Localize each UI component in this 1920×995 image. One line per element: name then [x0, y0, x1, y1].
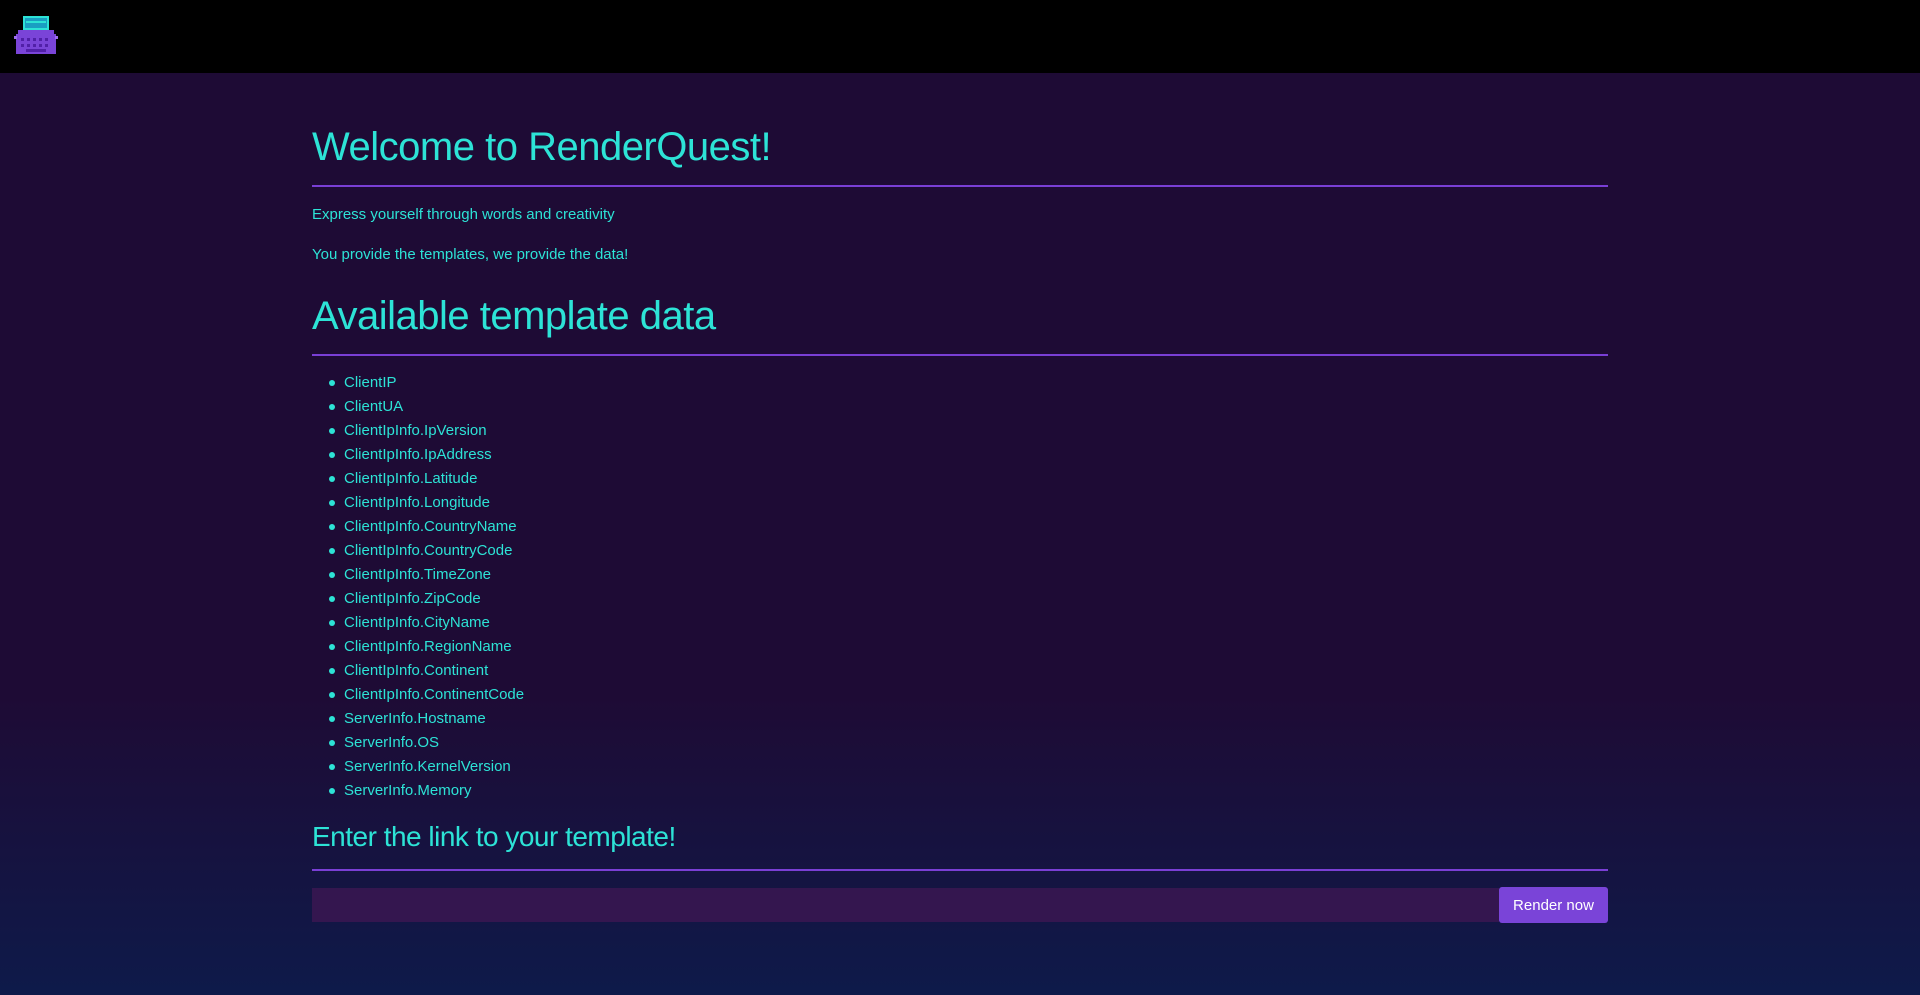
bullet-icon: [329, 788, 335, 794]
bullet-icon: [329, 524, 335, 530]
list-item: ClientIpInfo.ZipCode: [329, 587, 524, 611]
list-item: ClientIpInfo.CountryCode: [329, 539, 524, 563]
bullet-icon: [329, 380, 335, 386]
template-link-heading: Enter the link to your template!: [312, 821, 676, 852]
list-item: ClientIpInfo.Latitude: [329, 467, 524, 491]
list-item-label: ClientIpInfo.TimeZone: [344, 566, 492, 583]
list-item: ClientIpInfo.TimeZone: [329, 563, 524, 587]
bullet-icon: [329, 476, 335, 482]
bullet-icon: [329, 716, 335, 722]
list-item-label: ClientIpInfo.IpVersion: [344, 422, 487, 439]
bullet-icon: [329, 620, 335, 626]
list-item: ServerInfo.KernelVersion: [329, 755, 524, 779]
list-item: ClientIpInfo.IpAddress: [329, 443, 524, 467]
render-now-button[interactable]: Render now: [1499, 887, 1608, 923]
typewriter-icon[interactable]: [14, 16, 58, 56]
template-link-form: Render now: [312, 887, 1608, 923]
list-item-label: ClientIpInfo.ContinentCode: [344, 686, 525, 703]
list-item-label: ClientIP: [344, 374, 397, 391]
template-data-list: ClientIP ClientUA ClientIpInfo.IpVersion…: [312, 371, 524, 803]
title-divider: [312, 185, 1608, 187]
list-item-label: ServerInfo.KernelVersion: [344, 758, 511, 775]
available-data-divider: [312, 354, 1608, 356]
list-item-label: ClientIpInfo.CountryCode: [344, 542, 513, 559]
bullet-icon: [329, 404, 335, 410]
list-item: ClientIpInfo.Continent: [329, 659, 524, 683]
bullet-icon: [329, 572, 335, 578]
template-link-divider: [312, 869, 1608, 871]
page-title: Welcome to RenderQuest!: [312, 125, 772, 169]
list-item: ClientIpInfo.CountryName: [329, 515, 524, 539]
list-item-label: ClientIpInfo.CountryName: [344, 518, 517, 535]
list-item-label: ServerInfo.Hostname: [344, 710, 486, 727]
list-item-label: ClientIpInfo.Continent: [344, 662, 489, 679]
list-item: ClientIpInfo.CityName: [329, 611, 524, 635]
template-url-input[interactable]: [312, 888, 1499, 922]
list-item: ServerInfo.Hostname: [329, 707, 524, 731]
list-item-label: ClientIpInfo.Longitude: [344, 494, 490, 511]
bullet-icon: [329, 500, 335, 506]
bullet-icon: [329, 428, 335, 434]
list-item: ServerInfo.OS: [329, 731, 524, 755]
list-item-label: ClientIpInfo.Latitude: [344, 470, 478, 487]
bullet-icon: [329, 740, 335, 746]
list-item-label: ServerInfo.OS: [344, 734, 440, 751]
bullet-icon: [329, 548, 335, 554]
list-item: ClientIpInfo.Longitude: [329, 491, 524, 515]
list-item-label: ServerInfo.Memory: [344, 782, 472, 799]
tagline-creativity: Express yourself through words and creat…: [312, 206, 615, 223]
list-item: ClientIpInfo.IpVersion: [329, 419, 524, 443]
list-item-label: ClientUA: [344, 398, 404, 415]
bullet-icon: [329, 764, 335, 770]
bullet-icon: [329, 668, 335, 674]
list-item-label: ClientIpInfo.ZipCode: [344, 590, 481, 607]
bullet-icon: [329, 644, 335, 650]
bullet-icon: [329, 596, 335, 602]
list-item: ClientIpInfo.RegionName: [329, 635, 524, 659]
list-item: ClientIP: [329, 371, 524, 395]
list-item-label: ClientIpInfo.CityName: [344, 614, 490, 631]
available-data-heading: Available template data: [312, 294, 716, 338]
top-bar: [0, 0, 1920, 73]
bullet-icon: [329, 452, 335, 458]
list-item-label: ClientIpInfo.IpAddress: [344, 446, 492, 463]
list-item: ServerInfo.Memory: [329, 779, 524, 803]
list-item-label: ClientIpInfo.RegionName: [344, 638, 512, 655]
list-item: ClientUA: [329, 395, 524, 419]
list-item: ClientIpInfo.ContinentCode: [329, 683, 525, 707]
bullet-icon: [329, 692, 335, 698]
tagline-templates: You provide the templates, we provide th…: [312, 246, 629, 263]
